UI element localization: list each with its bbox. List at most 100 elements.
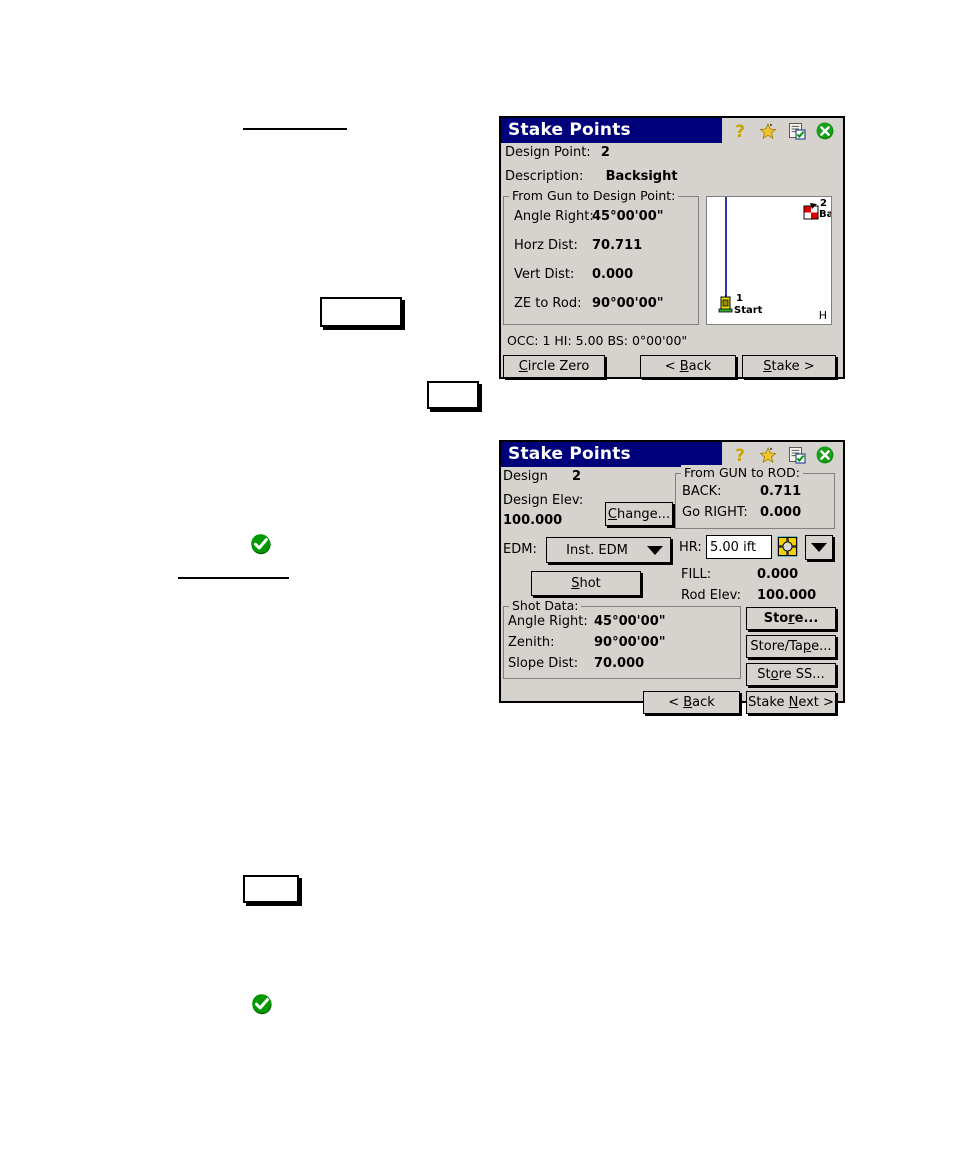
check-icon-1 (250, 533, 272, 555)
occupied-point-name: Start (734, 305, 763, 316)
hr-input[interactable]: 5.00 ift (706, 535, 772, 559)
map-backsight-line (725, 197, 727, 304)
stake-next-button[interactable]: Stake Next > (746, 691, 836, 714)
stake-points-window-2: Stake Points ? Design 2 Design Elev: 100… (499, 440, 845, 714)
from-gun-to-design-point-legend: From Gun to Design Point: (509, 188, 679, 203)
go-right-value: 0.000 (760, 505, 802, 520)
screen1-client: Design Point: 2 Description: Backsight F… (501, 143, 843, 378)
angle-right-value: 45°00'00" (592, 209, 664, 224)
titlebar-2: Stake Points ? (501, 442, 843, 467)
occupied-point-number: 1 (736, 293, 743, 304)
blank-button-2[interactable] (427, 381, 479, 409)
check-icon-2 (251, 993, 273, 1015)
change-button[interactable]: Change... (605, 502, 673, 526)
screen2-client: Design 2 Design Elev: 100.000 Change... … (501, 465, 843, 714)
shot-label: Shot (571, 576, 601, 591)
angle-right-label: Angle Right: (514, 209, 594, 224)
shot-zenith-value: 90°00'00" (594, 635, 666, 650)
close-icon[interactable] (815, 121, 835, 141)
stake-button[interactable]: Stake > (742, 355, 836, 378)
hr-label: HR: (679, 540, 702, 555)
go-right-label: Go RIGHT: (682, 505, 748, 520)
edm-select[interactable]: Inst. EDM (546, 537, 671, 563)
rule-mid (178, 577, 289, 579)
back-offset-value: 0.711 (760, 484, 802, 499)
design-elev-value: 100.000 (503, 513, 563, 528)
shot-data-group: Shot Data: Angle Right: 45°00'00" Zenith… (503, 598, 741, 679)
back-button-2[interactable]: < Back (643, 691, 740, 714)
rule-top (243, 128, 347, 130)
fill-label: FILL: (681, 567, 712, 582)
rod-elev-label: Rod Elev: (681, 588, 741, 603)
titlebar-1: Stake Points ? (501, 118, 843, 143)
notes-icon[interactable] (787, 121, 807, 141)
occupied-status-line: OCC: 1 HI: 5.00 BS: 0°00'00" (507, 333, 688, 348)
design-point-label: Design Point: (505, 145, 591, 160)
back-label-2: < Back (668, 695, 715, 710)
shot-data-legend: Shot Data: (509, 598, 582, 613)
store-button[interactable]: Store... (746, 607, 836, 630)
ze-to-rod-label: ZE to Rod: (514, 296, 582, 311)
ze-to-rod-value: 90°00'00" (592, 296, 664, 311)
back-offset-label: BACK: (682, 484, 722, 499)
fill-value: 0.000 (757, 567, 799, 582)
design-point-number: 2 (820, 198, 827, 209)
map-orientation-letter: H (818, 309, 827, 322)
store-tape-button[interactable]: Store/Tape... (746, 635, 836, 658)
svg-text:?: ? (735, 122, 745, 141)
store-tape-label: Store/Tape... (750, 639, 832, 654)
shot-slope-dist-label: Slope Dist: (508, 656, 579, 671)
shot-angle-right-value: 45°00'00" (594, 614, 666, 629)
star-icon[interactable] (758, 445, 778, 465)
window-title-1: Stake Points (508, 120, 631, 140)
from-gun-to-design-point-group: From Gun to Design Point: Angle Right: 4… (503, 188, 699, 325)
window-title-2: Stake Points (508, 444, 631, 464)
shot-slope-dist-value: 70.000 (594, 656, 645, 671)
design-value: 2 (572, 469, 582, 484)
description-label: Description: (505, 169, 584, 184)
design-elev-label: Design Elev: (503, 493, 584, 508)
stake-next-label: Stake Next > (748, 695, 834, 710)
stake-points-window-1: Stake Points ? Design Point: 2 Descripti… (499, 116, 845, 379)
titlebar-icons-2: ? (722, 442, 843, 467)
edm-label: EDM: (503, 542, 537, 557)
design-label: Design (503, 469, 548, 484)
blank-button-1[interactable] (320, 297, 402, 327)
notes-icon[interactable] (787, 445, 807, 465)
rod-elev-value: 100.000 (757, 588, 817, 603)
blank-button-3[interactable] (243, 875, 299, 903)
circle-zero-label: Circle Zero (518, 359, 590, 374)
description-value: Backsight (605, 169, 678, 184)
shot-angle-right-label: Angle Right: (508, 614, 588, 629)
target-dropdown-button[interactable] (805, 535, 833, 560)
design-point-value: 2 (600, 145, 610, 160)
help-icon[interactable]: ? (730, 445, 750, 466)
horz-dist-value: 70.711 (592, 238, 643, 253)
hr-value: 5.00 ift (710, 539, 757, 555)
store-ss-label: Store SS... (757, 667, 825, 682)
star-icon[interactable] (758, 121, 778, 141)
store-label: Store... (763, 611, 819, 626)
vert-dist-label: Vert Dist: (514, 267, 575, 282)
horz-dist-label: Horz Dist: (514, 238, 578, 253)
store-ss-button[interactable]: Store SS... (746, 663, 836, 686)
titlebar-icons-1: ? (722, 118, 843, 143)
from-gun-to-rod-legend: From GUN to ROD: (681, 465, 803, 480)
from-gun-to-rod-group: From GUN to ROD: BACK: 0.711 Go RIGHT: 0… (675, 465, 835, 529)
shot-zenith-label: Zenith: (508, 635, 555, 650)
edm-selected-value: Inst. EDM (566, 542, 628, 558)
svg-text:?: ? (735, 446, 745, 465)
stake-label: Stake > (763, 359, 815, 374)
shot-button[interactable]: Shot (531, 571, 641, 596)
change-label: Change... (607, 506, 671, 522)
back-label-1: < Back (664, 359, 712, 374)
prism-target-icon[interactable] (777, 536, 798, 561)
vert-dist-value: 0.000 (592, 267, 634, 282)
circle-zero-button[interactable]: Circle Zero (503, 355, 605, 378)
chevron-down-icon (811, 543, 827, 552)
back-button-1[interactable]: < Back (640, 355, 736, 378)
help-icon[interactable]: ? (730, 121, 750, 142)
stakeout-map[interactable]: 1 Start 2 Ba H (706, 196, 832, 325)
close-icon[interactable] (815, 445, 835, 465)
design-point-name: Ba (819, 209, 832, 220)
